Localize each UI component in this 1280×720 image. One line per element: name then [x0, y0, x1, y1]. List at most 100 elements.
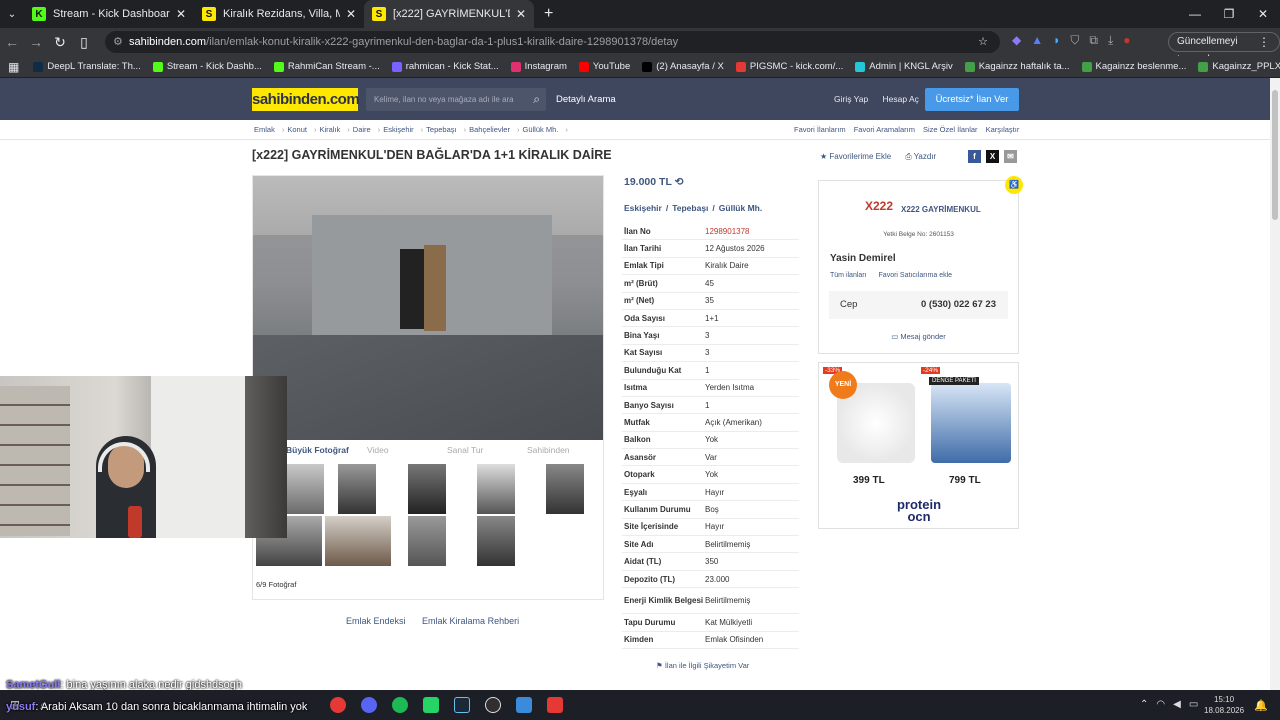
browser-tab[interactable]: K Stream - Kick Dashboard ✕	[24, 0, 194, 28]
register-link[interactable]: Hesap Aç	[883, 94, 919, 104]
app-icon[interactable]	[516, 697, 532, 713]
tab-owner[interactable]: Sahibinden	[527, 440, 570, 460]
bookmark-item[interactable]: Kagainzz_PPLXUL -...	[1198, 61, 1280, 72]
avatar[interactable]: ●	[1123, 33, 1130, 48]
shield-icon[interactable]: ⛉	[1070, 33, 1079, 48]
real-estate-index-link[interactable]: Emlak Endeksi	[346, 616, 406, 626]
bookmark-item[interactable]: rahmican - Kick Stat...	[391, 61, 499, 72]
extension-icon[interactable]: ◗	[1053, 33, 1060, 48]
page-scrollbar[interactable]	[1270, 78, 1280, 690]
breadcrumb-item[interactable]: Konut	[287, 125, 307, 134]
obs-icon[interactable]	[485, 697, 501, 713]
breadcrumb-item[interactable]: Daire	[353, 125, 371, 134]
location-neighborhood[interactable]: Güllük Mh.	[719, 203, 762, 213]
tab-virtual-tour[interactable]: Sanal Tur	[447, 440, 483, 460]
bookmark-item[interactable]: Admin | KNGL Arşiv	[855, 61, 953, 72]
tab-video[interactable]: Video	[367, 440, 389, 460]
chevron-up-icon[interactable]: ⌃	[1140, 690, 1148, 720]
main-photo[interactable]	[252, 175, 604, 440]
quick-link[interactable]: Favori İlanlarım	[794, 125, 846, 134]
breadcrumb-item[interactable]: Emlak	[254, 125, 275, 134]
bookmark-item[interactable]: Instagram	[510, 61, 567, 72]
bookmark-item[interactable]: (2) Anasayfa / X	[642, 61, 724, 72]
bookmark-item[interactable]: DeepL Translate: Th...	[33, 61, 141, 72]
forward-button[interactable]: →	[24, 34, 48, 50]
browser-tab[interactable]: S [x222] GAYRİMENKUL'DEN BAĞLAR'DA ✕	[364, 0, 534, 28]
photo-thumbnail[interactable]	[477, 516, 515, 566]
photo-thumbnail[interactable]	[546, 464, 584, 514]
facebook-icon[interactable]: f	[968, 150, 981, 163]
mail-icon[interactable]: ✉	[1004, 150, 1017, 163]
photo-thumbnail[interactable]	[477, 464, 515, 514]
app-icon[interactable]	[547, 697, 563, 713]
tab-large-photo[interactable]: Büyük Fotoğraf	[286, 440, 349, 460]
phone-number[interactable]: 0 (530) 022 67 23	[921, 291, 996, 319]
bookmark-item[interactable]: Kagainzz haftalık ta...	[964, 61, 1070, 72]
breadcrumb-item[interactable]: Bahçelievler	[469, 125, 510, 134]
network-icon[interactable]: ◠	[1156, 690, 1165, 720]
login-link[interactable]: Giriş Yap	[834, 94, 868, 104]
close-tab-icon[interactable]: ✕	[346, 7, 356, 21]
whatsapp-icon[interactable]	[423, 697, 439, 713]
puzzle-icon[interactable]: ⧉	[1089, 33, 1098, 48]
clock[interactable]: 15:10 18.08.2026	[1204, 694, 1244, 716]
discord-icon[interactable]	[361, 697, 377, 713]
favorite-button[interactable]: ★ Favorilerime Ekle	[820, 152, 891, 162]
bookmark-item[interactable]: PIGSMC - kick.com/...	[735, 61, 843, 72]
tab-search-icon[interactable]: ⌄	[0, 9, 24, 20]
photo-thumbnail[interactable]	[286, 464, 324, 514]
reload-button[interactable]: ↻	[48, 34, 72, 51]
breadcrumb-item[interactable]: Güllük Mh.	[522, 125, 558, 134]
steam-icon[interactable]	[454, 697, 470, 713]
spotify-icon[interactable]	[392, 697, 408, 713]
breadcrumb-item[interactable]: Eskişehir	[383, 125, 413, 134]
url-bar[interactable]: ⚙ sahibinden.com/ilan/emlak-konut-kirali…	[105, 31, 1000, 53]
search-icon[interactable]: ⌕	[533, 88, 540, 111]
breadcrumb-item[interactable]: Tepebaşı	[426, 125, 456, 134]
battery-icon[interactable]: ▭	[1189, 690, 1198, 720]
chrome-icon[interactable]	[330, 697, 346, 713]
photo-thumbnail[interactable]	[408, 464, 446, 514]
extension-icon[interactable]: ▲	[1031, 33, 1043, 48]
report-link[interactable]: ⚑ İlan ile İlgili Şikayetim Var	[656, 661, 749, 670]
site-info-icon[interactable]: ⚙	[113, 31, 123, 53]
detailed-search-link[interactable]: Detaylı Arama	[556, 88, 616, 111]
bookmark-item[interactable]: YouTube	[578, 61, 630, 72]
quick-link[interactable]: Size Özel İlanlar	[923, 125, 978, 134]
history-icon[interactable]: ⟲	[675, 176, 684, 188]
maximize-button[interactable]: ❐	[1212, 0, 1246, 28]
new-tab-button[interactable]: +	[544, 5, 553, 23]
photo-thumbnail[interactable]	[338, 464, 376, 514]
accessibility-icon[interactable]: ♿	[1005, 176, 1023, 194]
close-tab-icon[interactable]: ✕	[176, 7, 186, 21]
menu-icon[interactable]: ⋮	[1258, 35, 1270, 49]
site-logo[interactable]: sahibinden.com	[252, 88, 360, 111]
extension-icon[interactable]: ◆	[1012, 33, 1021, 48]
minimize-button[interactable]: —	[1178, 0, 1212, 28]
apps-icon[interactable]: ▦	[8, 60, 19, 74]
bookmark-item[interactable]: RahmiCan Stream -...	[273, 61, 380, 72]
favorite-seller-link[interactable]: Favori Satıcılarıma ekle	[879, 272, 953, 279]
download-icon[interactable]: ⤓	[1108, 33, 1113, 48]
volume-icon[interactable]: ◀	[1173, 690, 1181, 720]
bookmark-star-icon[interactable]: ☆	[978, 31, 988, 53]
close-window-button[interactable]: ✕	[1246, 0, 1280, 28]
print-button[interactable]: ⎙ Yazdır	[905, 152, 936, 162]
quick-link[interactable]: Favori Aramalarım	[854, 125, 915, 134]
notification-icon[interactable]: 🔔	[1254, 699, 1268, 712]
browser-tab[interactable]: S Kiralık Rezidans, Villa, Müstakil Ev ✕	[194, 0, 364, 28]
rental-guide-link[interactable]: Emlak Kiralama Rehberi	[422, 616, 519, 626]
x-icon[interactable]: X	[986, 150, 999, 163]
bookmark-item[interactable]: Stream - Kick Dashb...	[152, 61, 262, 72]
send-message-link[interactable]: ▭ Mesaj gönder	[819, 332, 1018, 341]
all-ads-link[interactable]: Tüm ilanları	[830, 272, 867, 279]
sidebar-icon[interactable]: ▯	[72, 34, 96, 51]
location-city[interactable]: Eskişehir	[624, 203, 662, 213]
search-input[interactable]: Kelime, ilan no veya mağaza adı ile ara …	[366, 88, 546, 111]
seller-name[interactable]: X222 GAYRİMENKUL	[901, 205, 981, 214]
photo-thumbnail[interactable]	[325, 516, 391, 566]
ad-banner[interactable]: -33% YENİ -24% DENGE PAKETİ 399 TL 799 T…	[818, 362, 1019, 529]
close-tab-icon[interactable]: ✕	[516, 7, 526, 21]
back-button[interactable]: ←	[0, 34, 24, 50]
photo-thumbnail[interactable]	[408, 516, 446, 566]
